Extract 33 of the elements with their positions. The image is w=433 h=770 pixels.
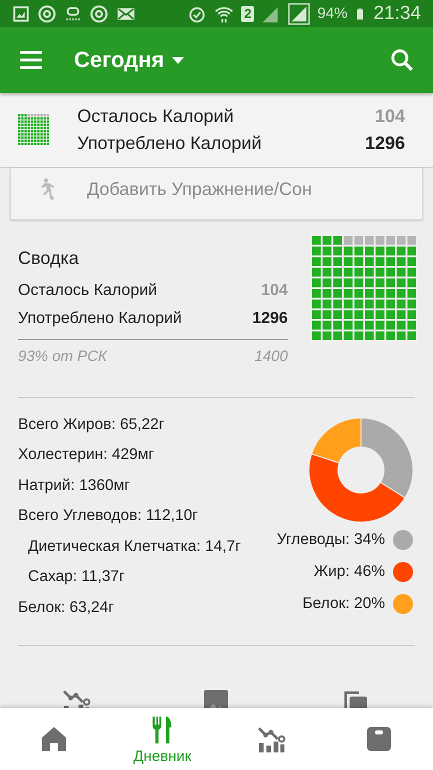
consumed-label: Употреблено Калорий	[77, 132, 263, 154]
calorie-value: 104	[261, 282, 288, 300]
nutrient-row-text: Белок: 63,24г	[18, 598, 114, 618]
calorie-label: Употреблено Калорий	[18, 310, 182, 328]
legend-label: Жир: 46%	[314, 562, 385, 581]
image-icon	[12, 4, 30, 23]
legend-label: Углеводы: 34%	[276, 530, 385, 549]
nutrient-row-text: Диетическая Клетчатка: 14,7г	[27, 536, 241, 557]
remaining-value: 104	[374, 106, 405, 127]
remaining-label: Осталось Калорий	[77, 106, 235, 127]
voicemail-icon	[64, 4, 82, 23]
calorie-grid-icon	[18, 114, 50, 146]
nutrient-row-text: Сахар: 11,37г	[27, 567, 125, 588]
add-exercise-button[interactable]: Добавить Упражнение/Сон	[10, 168, 423, 220]
signal-icon	[288, 2, 310, 25]
clock: 21:34	[373, 2, 421, 25]
calorie-value: 1296	[252, 310, 288, 328]
nutrient-row-text: Натрий: 1360мг	[18, 476, 130, 496]
goal-percent: 93% от РСК	[18, 348, 107, 365]
nutrient-row-text: Холестерин: 429мг	[18, 445, 154, 466]
legend-label: Белок: 20%	[302, 594, 385, 613]
nutrient-row-text: Всего Жиров: 65,22г	[18, 414, 164, 435]
search-icon	[389, 47, 415, 74]
summary-title: Сводка	[18, 248, 80, 269]
battery-percent: 94%	[317, 5, 348, 22]
consumed-value: 1296	[364, 132, 405, 154]
sim-badge: 2	[241, 6, 254, 22]
search-button[interactable]	[389, 47, 415, 74]
date-dropdown[interactable]: Сегодня	[74, 47, 184, 74]
caret-icon	[172, 56, 184, 64]
nutrient-row-text: Всего Углеводов: 112,10г	[18, 506, 198, 526]
goal-value: 1400	[254, 348, 288, 365]
calorie-label: Осталось Калорий	[18, 282, 158, 300]
